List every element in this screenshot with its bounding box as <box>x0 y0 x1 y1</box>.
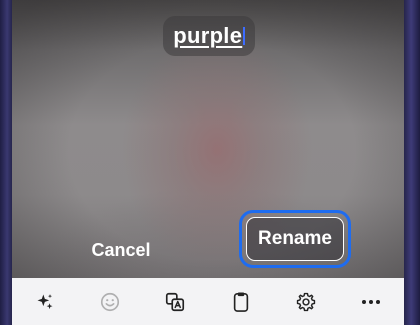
cancel-button[interactable]: Cancel <box>82 232 160 268</box>
filename-input[interactable]: purple <box>163 16 255 56</box>
rename-button-focus-ring: Rename <box>239 210 351 268</box>
keyboard-toolbar <box>12 278 404 325</box>
filename-text: purple <box>173 23 243 48</box>
phone-bezel-right <box>404 0 420 325</box>
image-text-icon[interactable] <box>158 285 192 319</box>
phone-screen: purple Cancel Rename <box>12 0 404 325</box>
more-options-icon[interactable] <box>354 285 388 319</box>
rename-button[interactable]: Rename <box>246 217 344 261</box>
sparkle-ai-icon[interactable] <box>28 285 62 319</box>
emoji-icon[interactable] <box>93 285 127 319</box>
gear-icon[interactable] <box>289 285 323 319</box>
clipboard-icon[interactable] <box>224 285 258 319</box>
phone-bezel-left <box>0 0 12 325</box>
text-caret <box>243 27 245 45</box>
phone-device: purple Cancel Rename <box>0 0 420 325</box>
